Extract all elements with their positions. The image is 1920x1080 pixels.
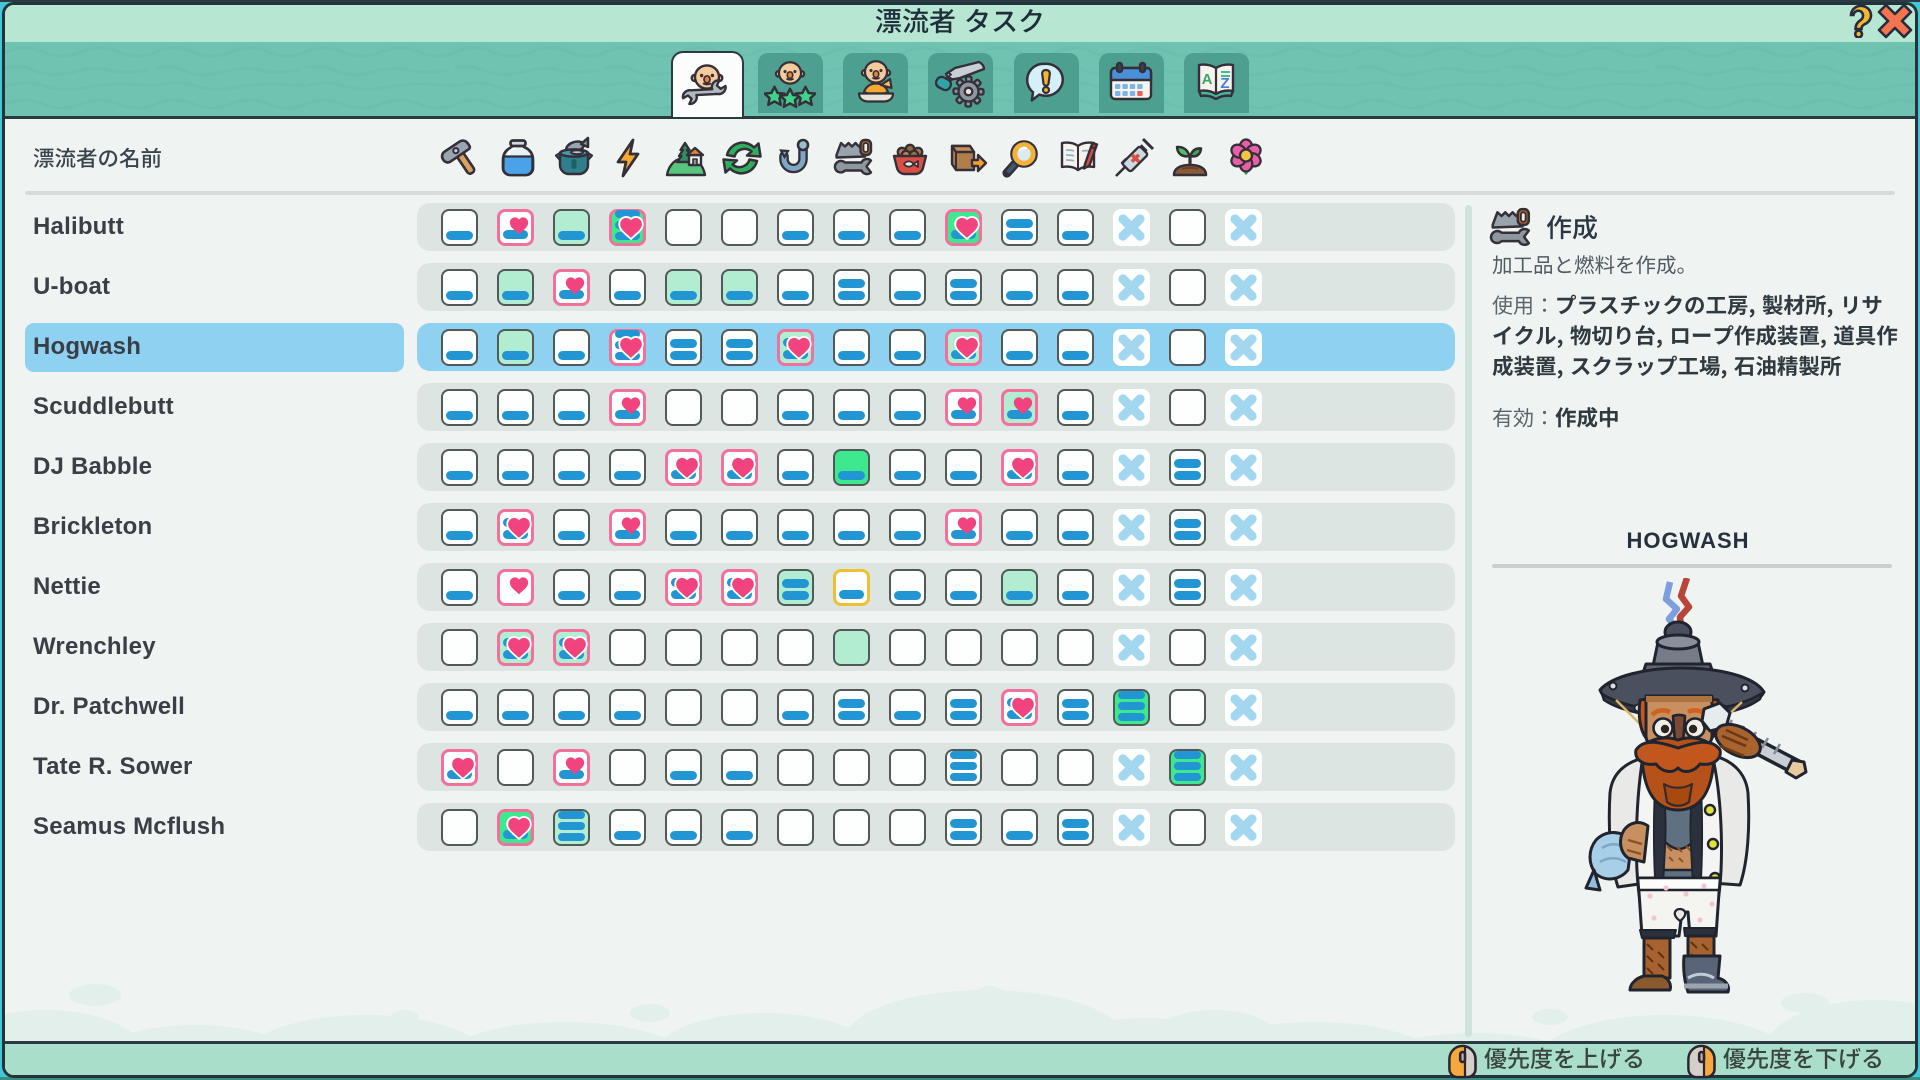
svg-text:Z: Z [1221, 75, 1230, 92]
svg-text:A: A [1202, 71, 1213, 88]
